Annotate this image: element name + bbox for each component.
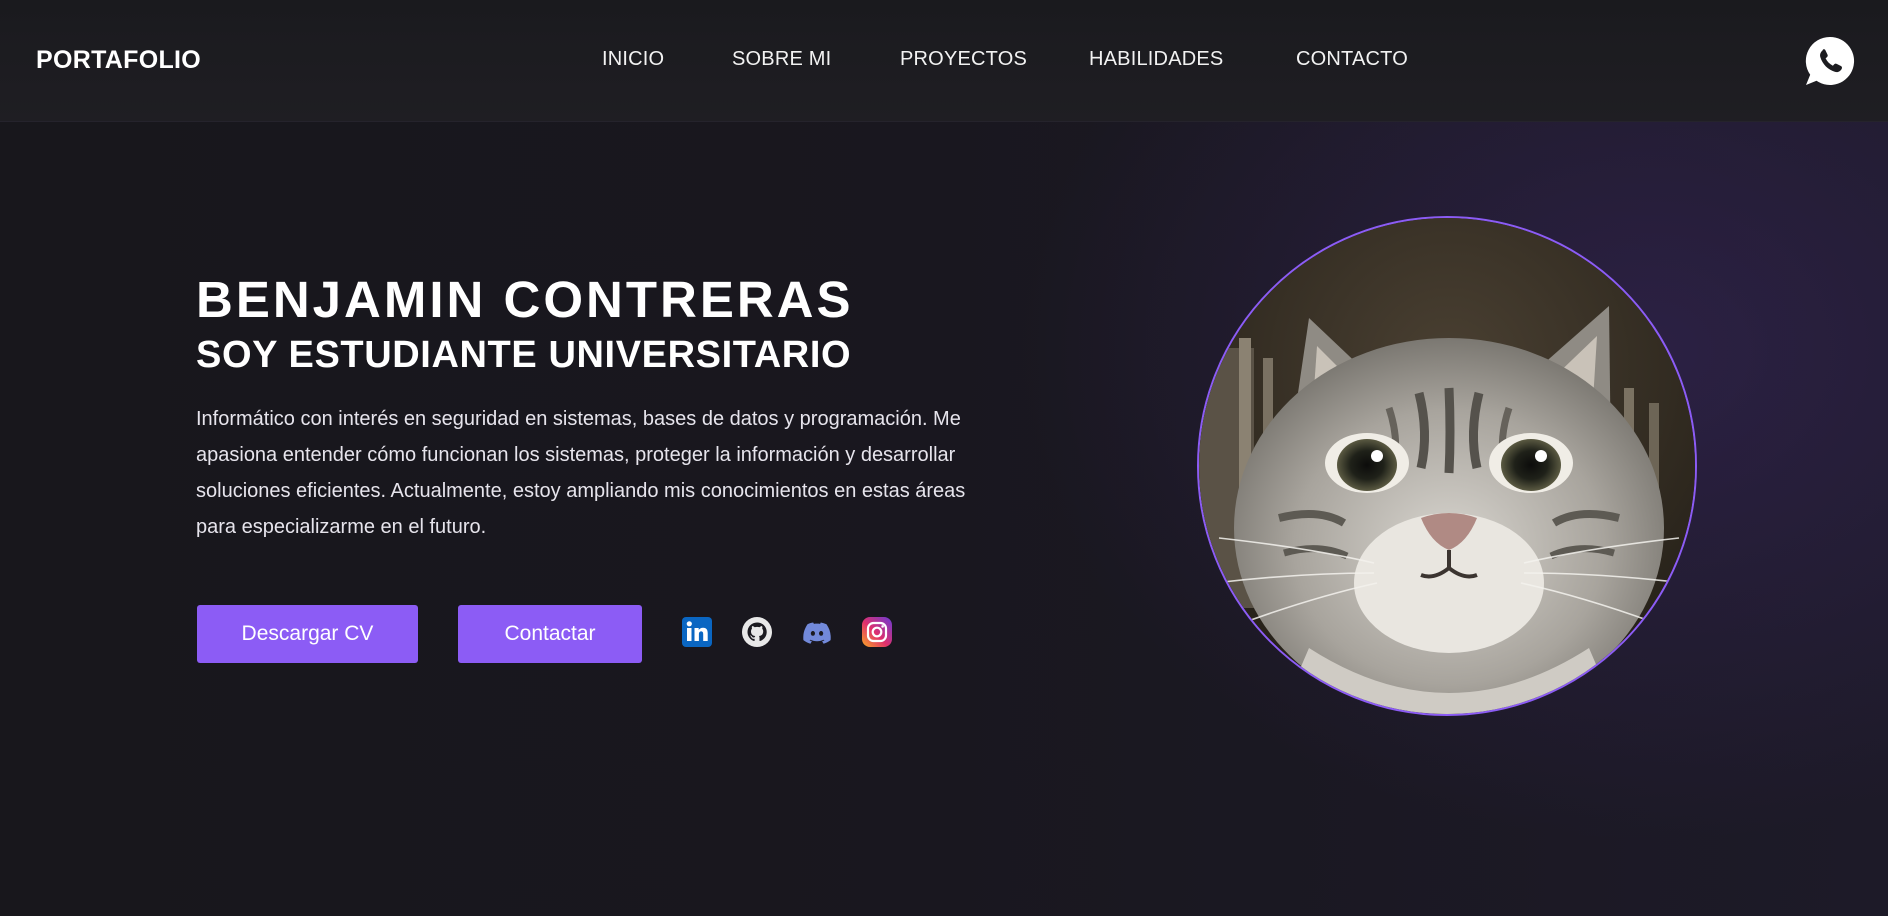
hero-subtitle: SOY ESTUDIANTE UNIVERSITARIO <box>196 334 852 376</box>
nav-link-sobre-mi[interactable]: SOBRE MI <box>732 48 831 71</box>
nav-link-contacto[interactable]: CONTACTO <box>1296 48 1408 71</box>
download-cv-button[interactable]: Descargar CV <box>197 605 418 663</box>
nav-link-habilidades[interactable]: HABILIDADES <box>1089 48 1223 71</box>
nav-link-proyectos[interactable]: PROYECTOS <box>900 48 1027 71</box>
hero-name: BENJAMIN CONTRERAS <box>196 271 854 328</box>
discord-icon[interactable] <box>801 616 833 648</box>
main-nav: INICIO SOBRE MI PROYECTOS HABILIDADES CO… <box>0 48 1888 76</box>
linkedin-icon[interactable] <box>681 616 713 648</box>
hero-description: Informático con interés en seguridad en … <box>196 408 966 538</box>
github-icon[interactable] <box>741 616 773 648</box>
whatsapp-icon[interactable] <box>1803 34 1857 88</box>
portfolio-page: PORTAFOLIO INICIO SOBRE MI PROYECTOS HAB… <box>0 0 1888 916</box>
instagram-icon[interactable] <box>861 616 893 648</box>
profile-photo <box>1197 216 1697 716</box>
top-navbar: PORTAFOLIO INICIO SOBRE MI PROYECTOS HAB… <box>0 0 1888 122</box>
nav-link-inicio[interactable]: INICIO <box>602 48 664 71</box>
contact-button[interactable]: Contactar <box>458 605 642 663</box>
